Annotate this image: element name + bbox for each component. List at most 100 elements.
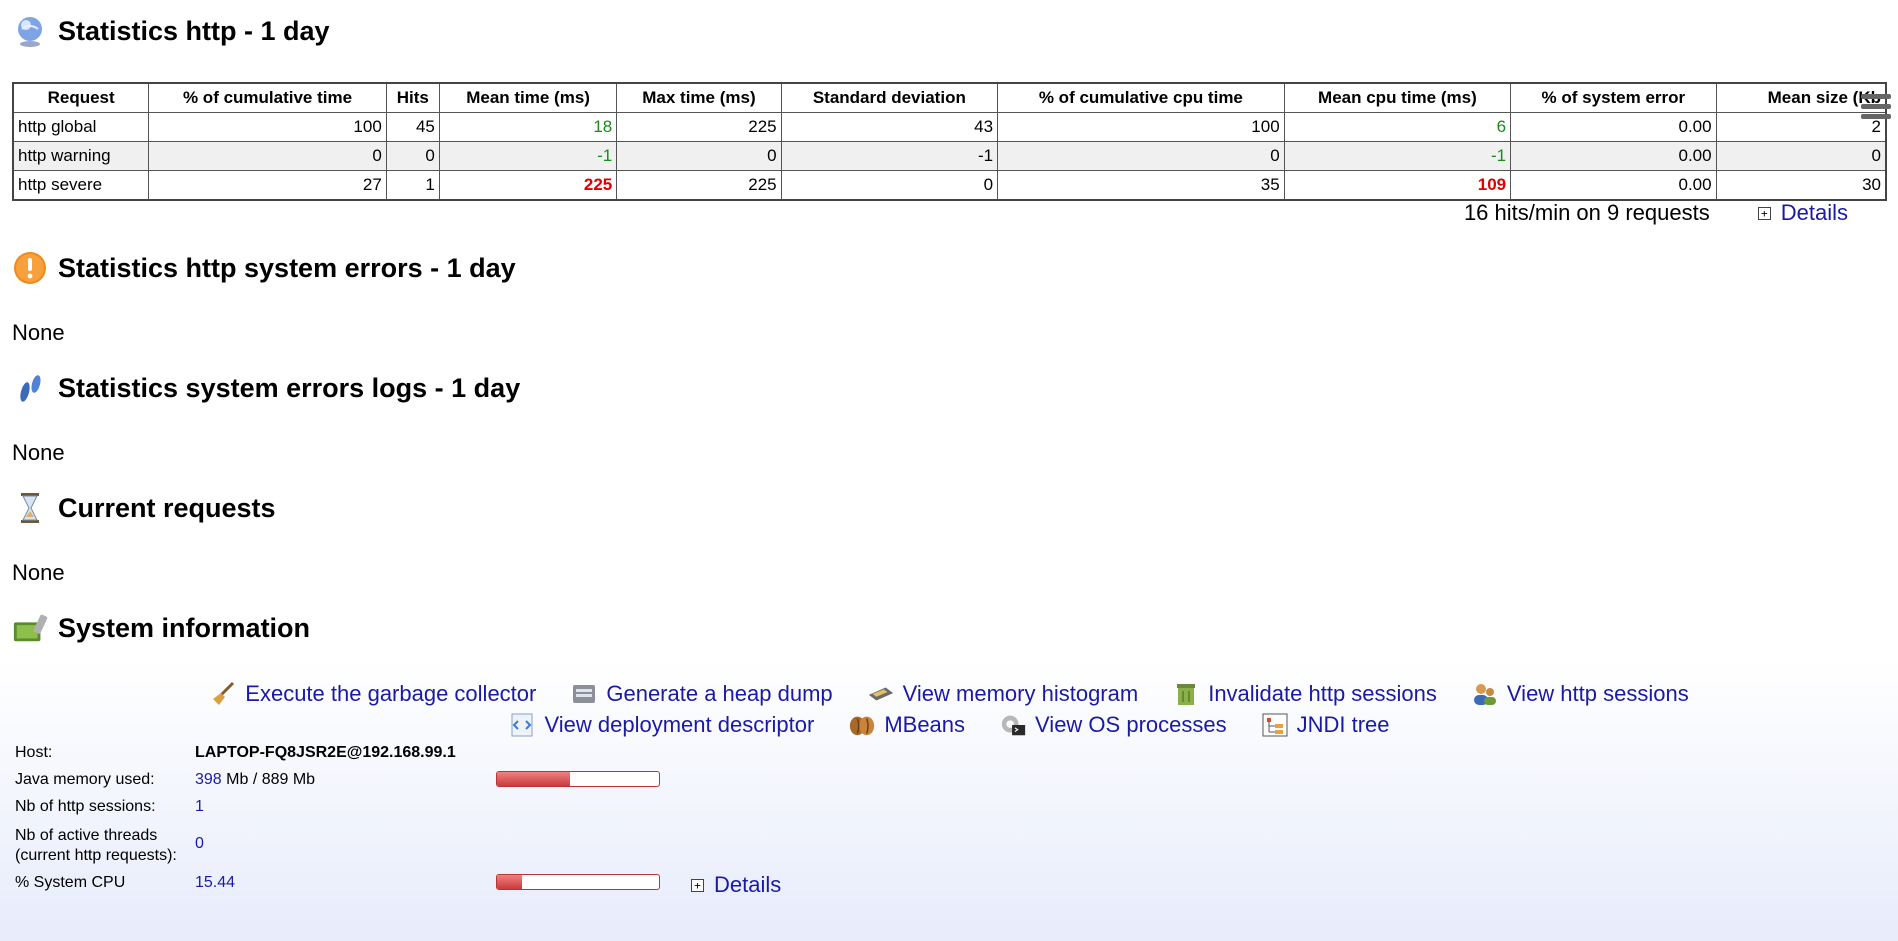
- request-name[interactable]: http severe: [12, 170, 150, 201]
- table-cell: 100: [997, 112, 1285, 142]
- deployment-descriptor-action[interactable]: View deployment descriptor: [508, 712, 814, 738]
- table-cell: 6: [1283, 112, 1512, 142]
- os-processes-action[interactable]: View OS processes: [999, 712, 1227, 738]
- col-cumulative-cpu[interactable]: % of cumulative cpu time: [997, 82, 1285, 113]
- table-cell: 225: [616, 170, 782, 201]
- system-errors-title: Statistics http system errors - 1 day: [12, 250, 516, 286]
- memory-histogram-icon: [867, 681, 895, 707]
- memory-histogram-label: View memory histogram: [902, 680, 1139, 706]
- table-cell: 0: [780, 170, 999, 201]
- mbeans-action[interactable]: MBeans: [848, 712, 965, 738]
- system-info-title-text: System information: [58, 612, 311, 643]
- memory-used[interactable]: 398: [195, 771, 222, 788]
- memory-value: 398 Mb / 889 Mb: [195, 771, 315, 789]
- col-request[interactable]: Request: [12, 82, 150, 113]
- sessions-value[interactable]: 1: [195, 798, 204, 816]
- details-label: Details: [1780, 200, 1848, 225]
- table-cell: 35: [997, 170, 1285, 201]
- table-cell: 0: [997, 141, 1285, 171]
- host-label: Host:: [15, 744, 53, 761]
- memory-bar: [496, 771, 660, 787]
- host-value: LAPTOP-FQ8JSR2E@192.168.99.1: [195, 744, 456, 761]
- col-mean-time[interactable]: Mean time (ms): [438, 82, 618, 113]
- heap-dump-icon: [570, 681, 598, 707]
- table-cell: 0.00: [1510, 112, 1717, 142]
- beans-icon: [848, 712, 876, 738]
- memory-histogram-action[interactable]: View memory histogram: [867, 680, 1139, 707]
- table-header-row: Request % of cumulative time Hits Mean t…: [12, 82, 1887, 113]
- table-cell: 30: [1715, 170, 1887, 201]
- table-cell: 18: [438, 112, 618, 142]
- globe-icon: [12, 13, 48, 49]
- mbeans-label: MBeans: [884, 711, 966, 737]
- view-sessions-label: View http sessions: [1506, 680, 1689, 706]
- http-stats-title-text: Statistics http - 1 day: [58, 15, 330, 46]
- cpu-value[interactable]: 15.44: [195, 874, 235, 892]
- processes-icon: [999, 712, 1027, 738]
- expand-icon: +: [691, 878, 704, 892]
- jndi-tree-label: JNDI tree: [1296, 711, 1390, 737]
- error-logs-value: None: [12, 440, 65, 465]
- page: Statistics http - 1 day Request % of cum…: [0, 0, 1898, 941]
- col-mean-cpu[interactable]: Mean cpu time (ms): [1283, 82, 1512, 113]
- cpu-label: % System CPU: [15, 874, 126, 891]
- cpu-bar: [496, 874, 660, 890]
- table-cell: 109: [1283, 170, 1512, 201]
- system-errors-title-text: Statistics http system errors - 1 day: [58, 252, 516, 283]
- table-cell: 27: [148, 170, 387, 201]
- menu-icon-bar: [1861, 113, 1891, 119]
- table-cell: 0: [148, 141, 387, 171]
- col-max-time[interactable]: Max time (ms): [616, 82, 782, 113]
- current-requests-value: None: [12, 560, 65, 585]
- os-processes-label: View OS processes: [1035, 711, 1227, 737]
- table-cell: 43: [780, 112, 999, 142]
- actions-row-1: Execute the garbage collector Generate a…: [0, 678, 1898, 709]
- gc-label: Execute the garbage collector: [245, 680, 537, 706]
- warning-icon: [12, 250, 48, 286]
- col-std-dev[interactable]: Standard deviation: [780, 82, 999, 113]
- col-hits[interactable]: Hits: [385, 82, 440, 113]
- http-details-link[interactable]: + Details: [1757, 200, 1848, 226]
- jndi-tree-action[interactable]: JNDI tree: [1261, 712, 1390, 738]
- heap-dump-action[interactable]: Generate a heap dump: [570, 680, 833, 707]
- threads-value[interactable]: 0: [195, 835, 204, 853]
- menu-button[interactable]: [1854, 85, 1898, 127]
- memory-total: Mb / 889 Mb: [221, 771, 316, 788]
- table-cell: 0.00: [1510, 141, 1717, 171]
- request-name[interactable]: http warning: [12, 141, 150, 171]
- request-name[interactable]: http global: [12, 112, 150, 142]
- actions-row-2: View deployment descriptor MBeans View O…: [0, 709, 1898, 740]
- http-stats-title: Statistics http - 1 day: [12, 13, 330, 49]
- table-cell: -1: [1283, 141, 1512, 171]
- menu-icon: [1861, 93, 1891, 99]
- system-info-title: System information: [12, 610, 310, 646]
- table-cell: 0: [1715, 141, 1887, 171]
- table-row: http global 100 45 18 225 43 100 6 0.00 …: [12, 112, 1887, 142]
- current-requests-title: Current requests: [12, 490, 276, 526]
- threads-label-line-2: (current http requests):: [15, 847, 177, 864]
- memory-label: Java memory used:: [15, 771, 155, 788]
- heap-dump-label: Generate a heap dump: [606, 680, 833, 706]
- http-summary: 16 hits/min on 9 requests + Details: [1464, 200, 1898, 226]
- threads-label: Nb of active threads (current http reques…: [15, 826, 177, 866]
- error-logs-title: Statistics system errors logs - 1 day: [12, 370, 520, 406]
- system-errors-value: None: [12, 320, 65, 345]
- col-cumulative-time[interactable]: % of cumulative time: [148, 82, 387, 113]
- table-cell: 1: [385, 170, 440, 201]
- menu-icon-bar: [1861, 103, 1891, 109]
- view-sessions-action[interactable]: View http sessions: [1471, 681, 1689, 707]
- invalidate-sessions-label: Invalidate http sessions: [1208, 680, 1437, 706]
- trash-icon: [1172, 681, 1200, 707]
- cpu-bar-fill: [497, 875, 522, 889]
- system-details-link[interactable]: + Details: [691, 872, 781, 898]
- table-cell: 0: [385, 141, 440, 171]
- error-logs-title-text: Statistics system errors logs - 1 day: [58, 372, 521, 403]
- col-system-error[interactable]: % of system error: [1510, 82, 1717, 113]
- sessions-label: Nb of http sessions:: [15, 798, 156, 815]
- xml-icon: [508, 712, 536, 738]
- system-info-icon: [12, 610, 48, 646]
- invalidate-sessions-action[interactable]: Invalidate http sessions: [1172, 681, 1437, 707]
- system-actions: Execute the garbage collector Generate a…: [0, 678, 1898, 740]
- system-details-label: Details: [714, 872, 782, 897]
- gc-action[interactable]: Execute the garbage collector: [209, 681, 536, 707]
